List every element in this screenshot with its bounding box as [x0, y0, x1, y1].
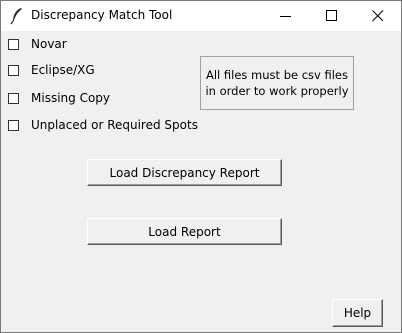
close-icon	[372, 10, 384, 22]
minimize-icon	[280, 16, 291, 17]
checkbox-label: Missing Copy	[31, 91, 111, 105]
checkbox-box[interactable]	[8, 64, 19, 76]
main-content: Novar Eclipse/XG Missing Copy Unplaced o…	[1, 31, 401, 332]
checkbox-missing-copy[interactable]: Missing Copy	[8, 90, 110, 106]
minimize-button[interactable]	[263, 1, 309, 31]
checkbox-box[interactable]	[8, 92, 19, 104]
checkbox-eclipse-xg[interactable]: Eclipse/XG	[8, 62, 95, 78]
feather-icon	[10, 8, 22, 25]
checkbox-box[interactable]	[8, 119, 19, 131]
checkbox-novar[interactable]: Novar	[8, 36, 67, 52]
title-bar[interactable]: Discrepancy Match Tool	[1, 1, 401, 31]
info-message-box: All files must be csv files in order to …	[200, 56, 354, 110]
load-discrepancy-report-button[interactable]: Load Discrepancy Report	[87, 159, 282, 186]
checkbox-box[interactable]	[8, 38, 19, 50]
checkbox-label: Unplaced or Required Spots	[31, 118, 198, 132]
close-button[interactable]	[355, 1, 401, 31]
info-line-1: All files must be csv files	[205, 68, 349, 82]
help-button[interactable]: Help	[332, 299, 383, 327]
checkbox-unplaced-required-spots[interactable]: Unplaced or Required Spots	[8, 117, 198, 133]
info-line-2: in order to work properly	[205, 84, 349, 98]
maximize-icon	[326, 10, 337, 21]
load-report-button[interactable]: Load Report	[87, 218, 282, 245]
maximize-button[interactable]	[309, 1, 355, 31]
checkbox-label: Eclipse/XG	[31, 63, 95, 77]
window-title: Discrepancy Match Tool	[31, 8, 173, 22]
checkbox-label: Novar	[31, 37, 67, 51]
app-window: Discrepancy Match Tool Novar Eclipse/XG	[0, 0, 402, 333]
